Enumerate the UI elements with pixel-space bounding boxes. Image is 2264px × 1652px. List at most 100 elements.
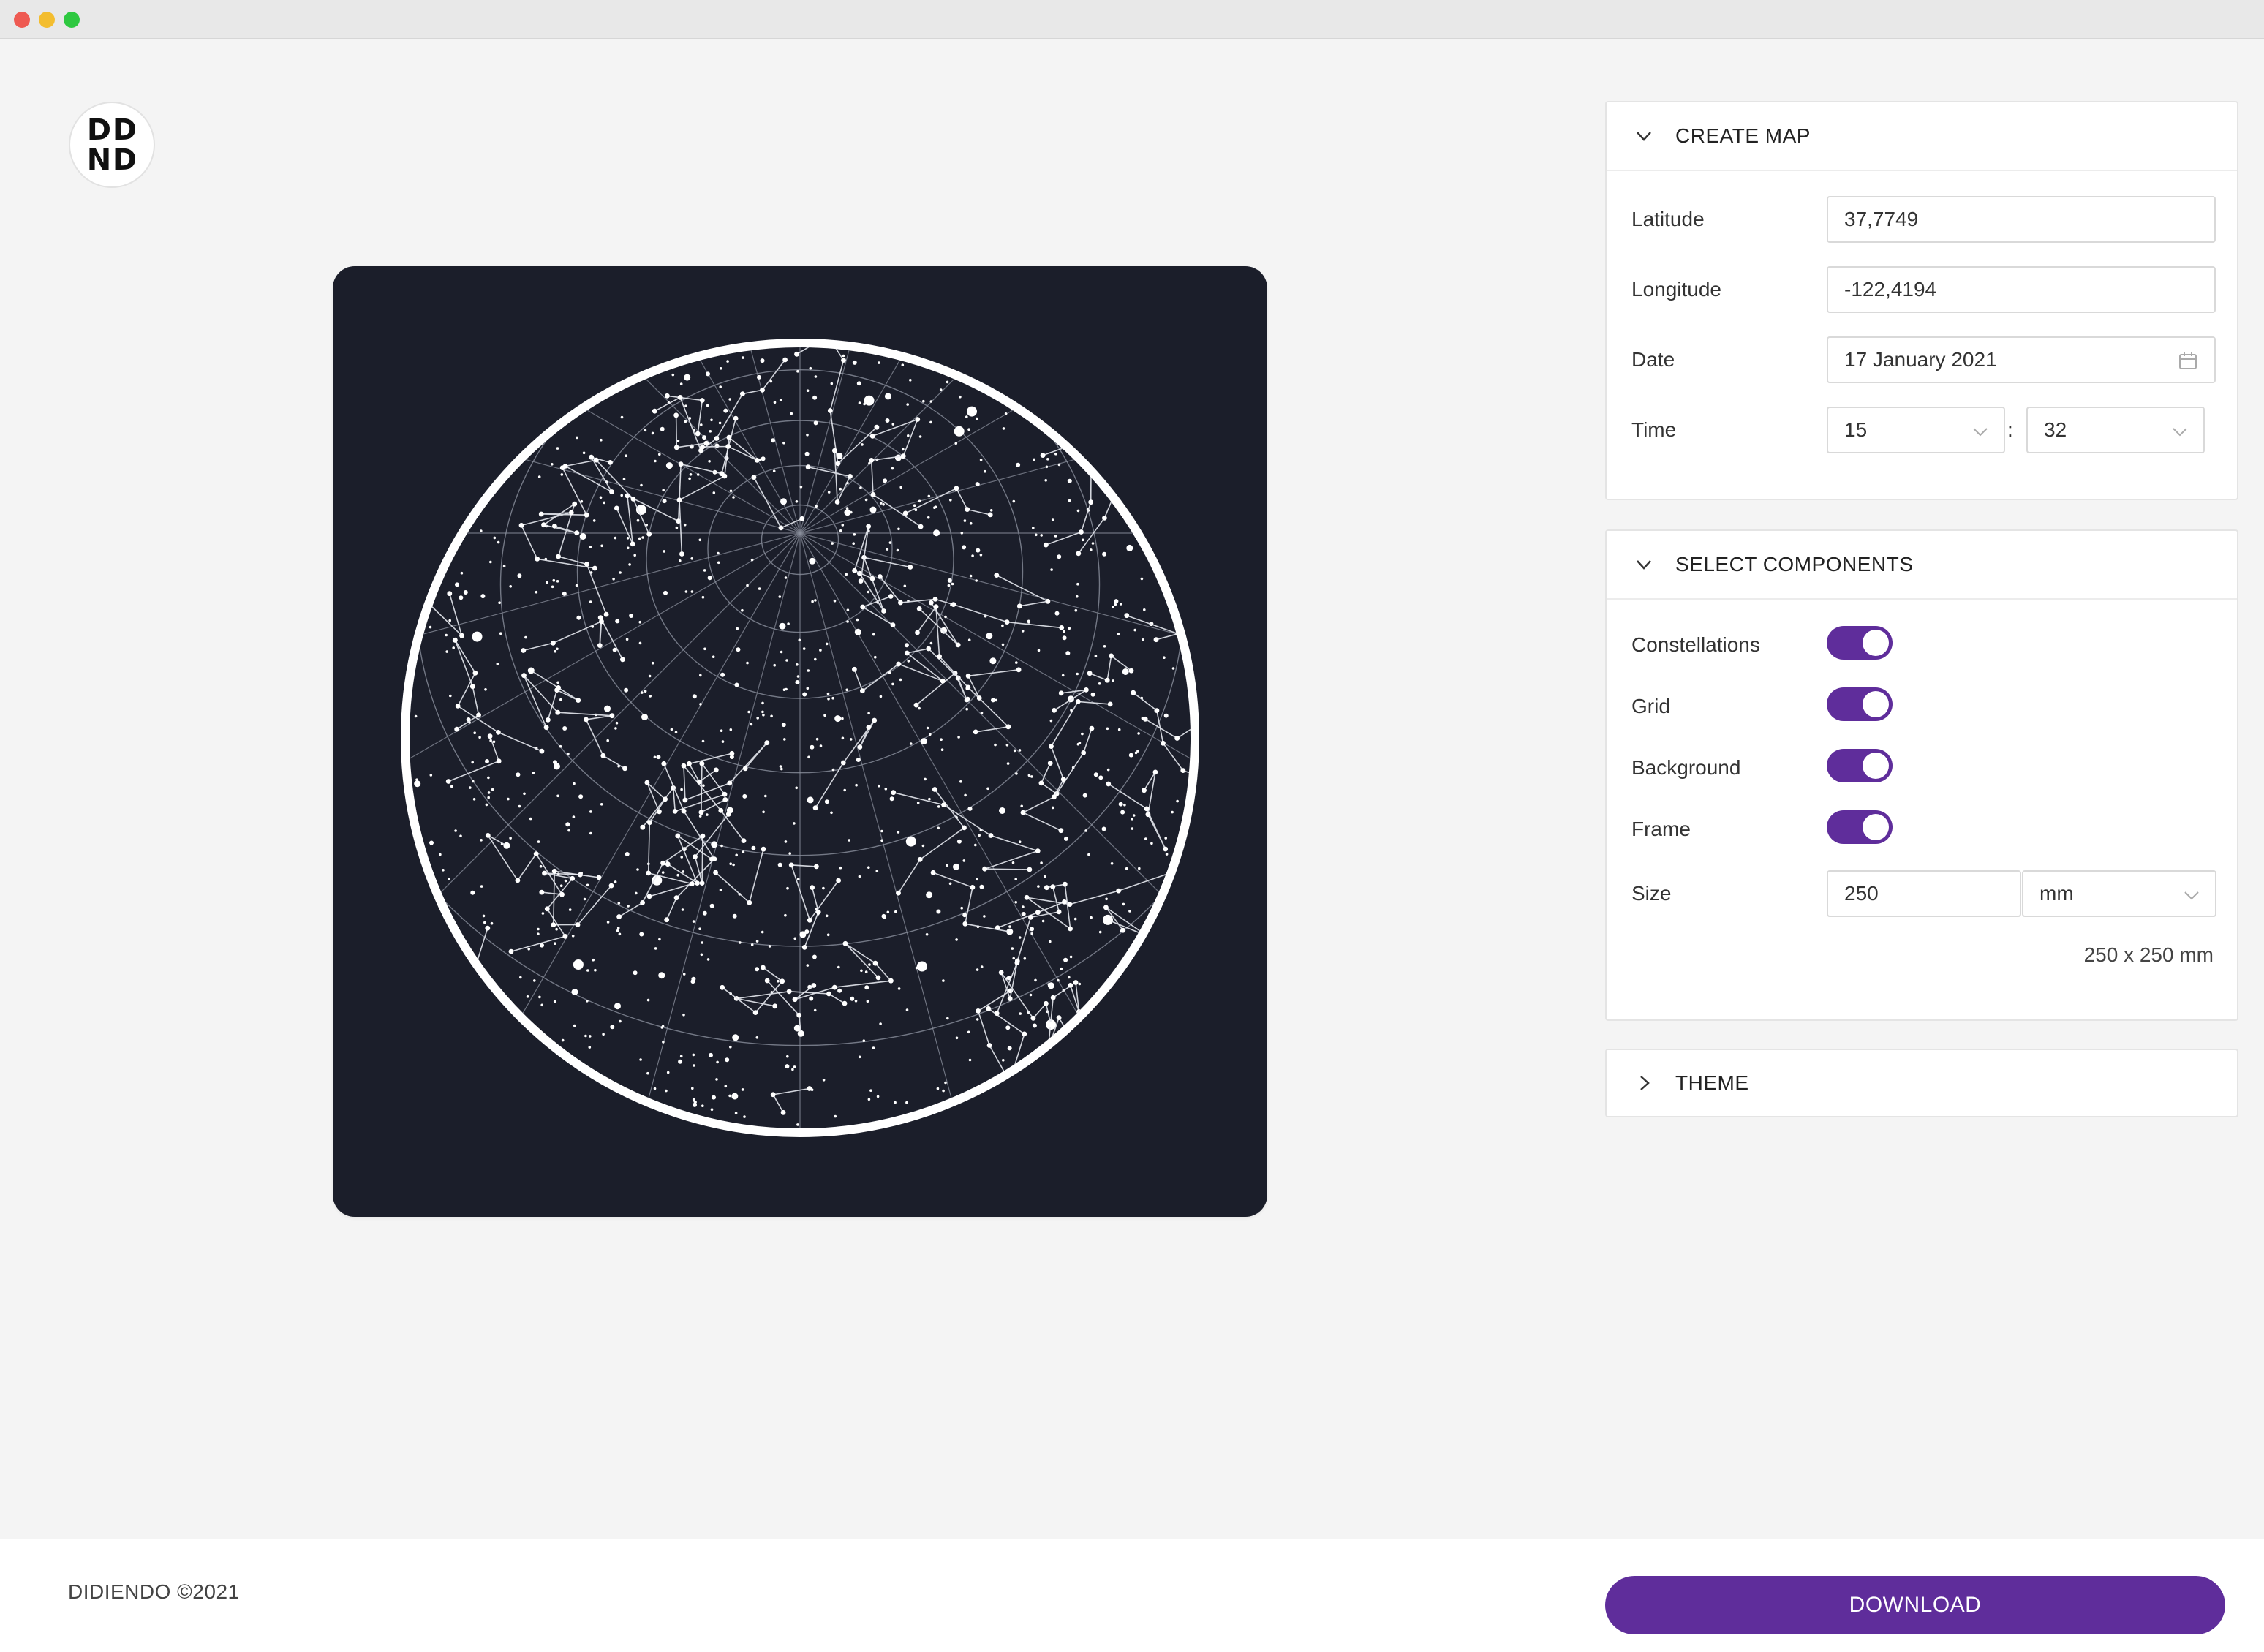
constellation-star	[445, 779, 451, 784]
date-picker[interactable]: 17 January 2021	[1827, 336, 2216, 383]
star	[755, 940, 759, 943]
constellations-label: Constellations	[1631, 633, 1760, 656]
star	[702, 910, 707, 916]
size-unit-select[interactable]: mm	[2022, 870, 2216, 917]
star	[799, 931, 807, 938]
star	[927, 494, 931, 498]
constellation-star	[1142, 716, 1148, 722]
star	[861, 443, 864, 446]
star	[786, 1055, 789, 1058]
star	[706, 404, 709, 407]
star	[701, 1104, 704, 1107]
constellation-star	[970, 885, 976, 890]
star	[771, 438, 775, 443]
star	[708, 460, 711, 463]
star	[625, 638, 629, 641]
star	[1054, 452, 1057, 456]
star	[716, 1060, 719, 1064]
star	[619, 1019, 622, 1023]
star	[1014, 878, 1017, 880]
time-label: Time	[1631, 418, 1677, 441]
star	[925, 933, 929, 936]
star	[967, 428, 970, 431]
star	[1040, 861, 1043, 864]
constellation-star	[951, 602, 956, 607]
select-components-header[interactable]: SELECT COMPONENTS	[1607, 531, 2237, 600]
constellation-star	[962, 921, 968, 927]
star	[1037, 649, 1041, 652]
footer: DIDIENDO ©2021 DOWNLOAD	[0, 1539, 2264, 1652]
star	[599, 496, 603, 499]
constellation-line	[679, 436, 758, 554]
constellation-line	[530, 670, 579, 720]
star	[1137, 732, 1140, 735]
star	[1005, 744, 1009, 747]
latitude-input[interactable]: 37,7749	[1827, 196, 2216, 243]
star	[852, 542, 855, 545]
star	[813, 420, 818, 426]
hour-select[interactable]: 15	[1827, 407, 2005, 453]
constellation-star	[725, 444, 731, 449]
star	[927, 516, 930, 519]
star	[940, 627, 948, 634]
close-window-button[interactable]	[14, 12, 30, 28]
star	[750, 558, 754, 562]
minimize-window-button[interactable]	[39, 12, 55, 28]
constellation-star	[698, 810, 704, 815]
constellation-star	[1081, 750, 1087, 755]
star	[891, 682, 894, 686]
constellation-star	[609, 489, 614, 494]
create-map-header[interactable]: CREATE MAP	[1607, 102, 2237, 171]
star	[826, 692, 830, 695]
star	[445, 633, 448, 637]
star	[618, 932, 622, 936]
minute-select[interactable]: 32	[2026, 407, 2205, 453]
star	[692, 694, 697, 699]
size-input[interactable]: 250	[1827, 870, 2021, 917]
star	[1123, 803, 1126, 807]
star	[1176, 799, 1179, 803]
constellation-star	[713, 767, 719, 773]
constellation-star	[1105, 917, 1111, 923]
background-toggle[interactable]	[1827, 749, 1893, 782]
constellation-star	[761, 965, 766, 970]
star	[638, 537, 641, 540]
constellation-star	[596, 875, 602, 880]
constellation-star	[848, 474, 853, 479]
star	[524, 635, 527, 639]
constellation-line	[1040, 728, 1093, 795]
grid-toggle[interactable]	[1827, 687, 1893, 721]
constellation-star	[404, 551, 410, 556]
star	[1078, 982, 1082, 986]
star	[660, 426, 665, 431]
constellation-star	[584, 717, 589, 723]
constellation-star	[1153, 637, 1159, 643]
frame-toggle[interactable]	[1827, 810, 1893, 844]
star	[1122, 668, 1129, 675]
constellation-star	[1056, 1015, 1062, 1020]
date-value: 17 January 2021	[1844, 348, 1997, 371]
star	[741, 1088, 744, 1091]
constellation-star	[740, 391, 745, 396]
app-logo[interactable]: D D N D	[69, 102, 155, 188]
star	[600, 544, 603, 548]
star	[699, 674, 702, 677]
star	[869, 506, 877, 513]
constellation-star	[720, 984, 725, 990]
star	[463, 590, 468, 595]
constellations-toggle[interactable]	[1827, 626, 1893, 660]
star	[793, 822, 796, 825]
star	[795, 786, 798, 790]
star	[648, 674, 652, 678]
longitude-input[interactable]: -122,4194	[1827, 266, 2216, 313]
star	[807, 669, 810, 672]
star	[989, 509, 993, 512]
window-titlebar	[0, 0, 2264, 39]
download-button[interactable]: DOWNLOAD	[1605, 1576, 2225, 1634]
constellation-star	[729, 750, 735, 756]
calendar-icon[interactable]	[2178, 351, 2198, 371]
star	[1165, 853, 1169, 856]
constellation-star	[733, 415, 739, 421]
maximize-window-button[interactable]	[64, 12, 80, 28]
theme-header[interactable]: THEME	[1607, 1050, 2237, 1116]
